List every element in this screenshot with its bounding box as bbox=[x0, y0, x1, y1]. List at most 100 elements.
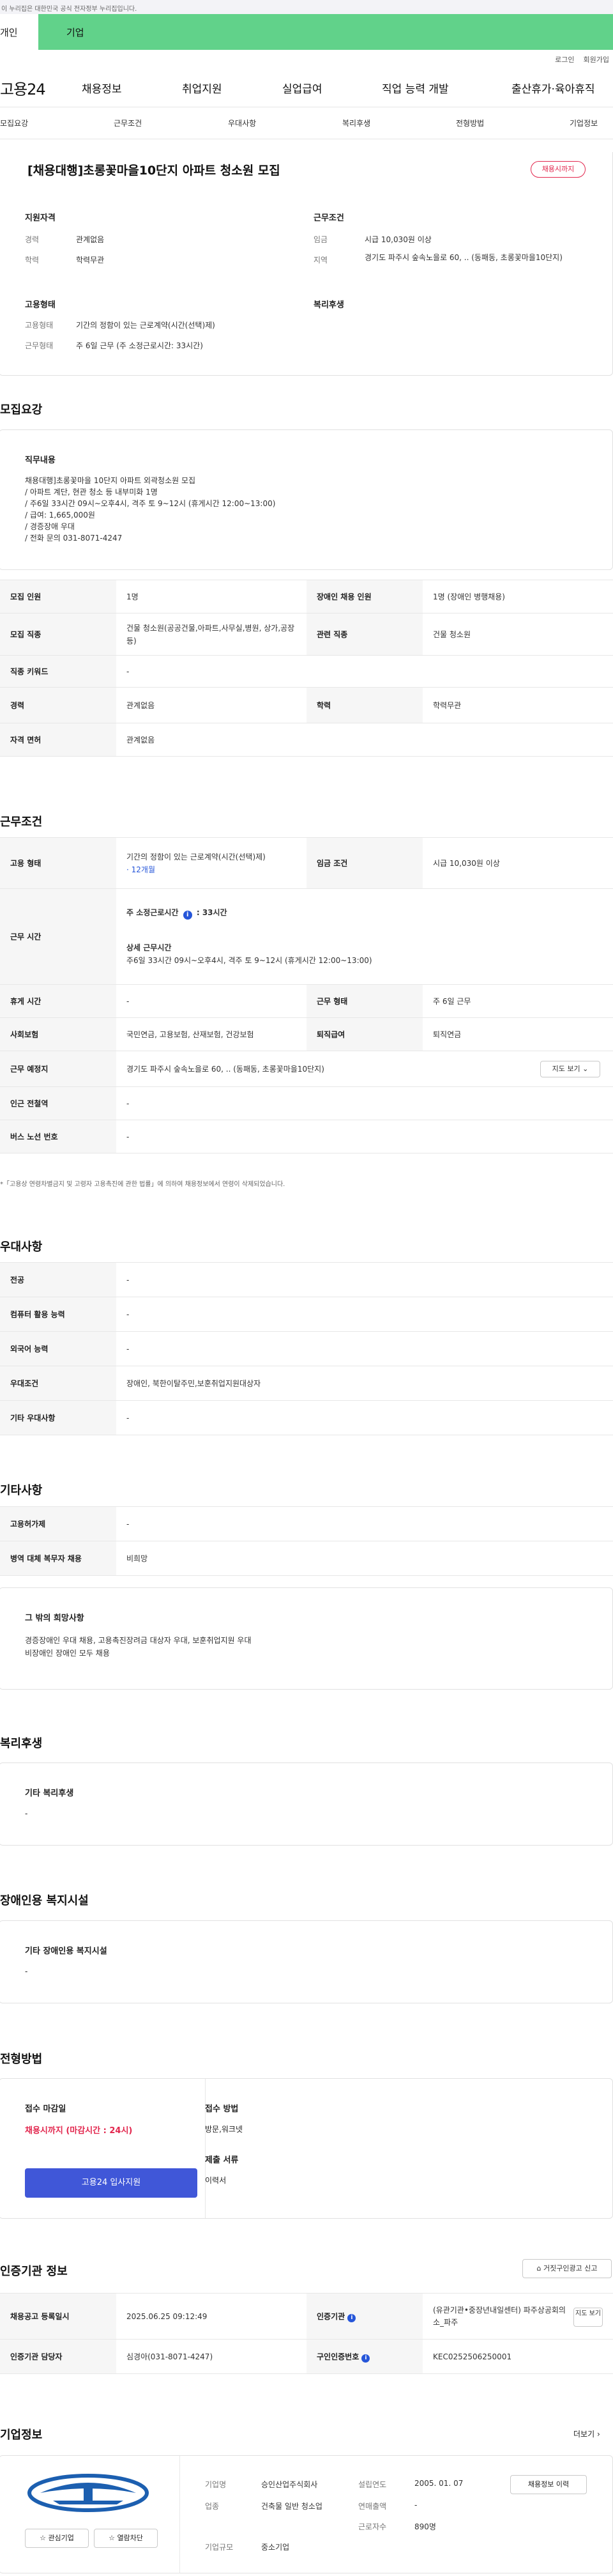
summary-card: [채용대행]초롱꽃마을10단지 아파트 청소원 모집 채용시까지 지원자격 근무… bbox=[0, 152, 613, 376]
emptype-value: 기간의 정함이 있는 근로계약(시간(선택)제) bbox=[76, 321, 215, 330]
qual-heading: 지원자격 bbox=[25, 213, 56, 223]
welfare-box-heading: 기타 복리후생 bbox=[25, 1789, 74, 1798]
count-label: 모집 인원 bbox=[0, 580, 116, 613]
c-wage-label: 임금 조건 bbox=[306, 837, 423, 889]
subnav-preference[interactable]: 우대사항 bbox=[228, 118, 256, 128]
agency-cell: (유관기관•중장년내일센터) 파주상공회의소_파주 지도 보기 bbox=[423, 2293, 613, 2340]
preference-table: 전공 - 컴퓨터 활용 능력 - 외국어 능력 - 우대조건 장애인, 북한이탈주민,보… bbox=[0, 1262, 613, 1435]
worktime-label: 근무형태 bbox=[25, 341, 54, 350]
wage-label: 임금 bbox=[314, 235, 328, 244]
p-major-value: - bbox=[116, 1262, 613, 1297]
reg-label: 채용공고 등록일시 bbox=[0, 2293, 116, 2340]
c-emptype-period: · 12개월 bbox=[126, 865, 155, 874]
reg-value: 2025.06.25 09:12:49 bbox=[116, 2293, 306, 2340]
divider bbox=[179, 2456, 180, 2573]
method-heading: 접수 방법 bbox=[205, 2104, 239, 2114]
map-button[interactable]: 지도 보기 ⌄ bbox=[540, 1061, 600, 1077]
gnb-parental-leave[interactable]: 출산휴가·육아휴직 bbox=[511, 80, 595, 96]
info-icon[interactable]: i bbox=[347, 2313, 356, 2322]
c-subway-label: 인근 전철역 bbox=[0, 1086, 116, 1120]
star-icon: ☆ bbox=[40, 2534, 46, 2542]
jobtype-value: 건물 청소원(공공건물,아파트,사무실,병원, 상가,공장 등) bbox=[116, 613, 306, 656]
subnav-conditions[interactable]: 근무조건 bbox=[114, 118, 142, 128]
p-cond-value: 장애인, 북한이탈주민,보훈취업지원대상자 bbox=[116, 1366, 613, 1401]
deadline-value: 채용시까지 (마감시간 : 24시) bbox=[25, 2126, 133, 2136]
conditions-table: 고용 형태 기간의 정함이 있는 근로계약(시간(선택)제) · 12개월 임금… bbox=[0, 837, 613, 1153]
jobno-label-cell: 구인인증번호 i bbox=[306, 2339, 423, 2374]
job-desc-line: / 아파트 계단, 현관 청소 등 내부미화 1명 bbox=[25, 488, 158, 497]
tab-personal[interactable]: 개인 bbox=[0, 14, 38, 50]
c-detail-value: 주6일 33시간 09시~오후4시, 격주 토 9~12시 (휴게시간 12:0… bbox=[126, 956, 372, 965]
c-place-value: 경기도 파주시 숲속노을로 60, .. (동패동, 초롱꽃마을10단지) bbox=[126, 1065, 324, 1074]
etc-table: 고용허가제 - 병역 대체 복무자 채용 비희망 bbox=[0, 1506, 613, 1576]
p-lang-value: - bbox=[116, 1331, 613, 1366]
career-label-row: 경력 bbox=[0, 687, 116, 723]
p-etc-label: 기타 우대사항 bbox=[0, 1400, 116, 1435]
section-tabs: 모집요강 근무조건 우대사항 복리후생 전형방법 기업정보 bbox=[0, 107, 613, 139]
megaphone-icon: ⌂ bbox=[536, 2264, 541, 2272]
p-lang-label: 외국어 능력 bbox=[0, 1331, 116, 1366]
company-card: ☆ 관심기업 ☆ 열람차단 기업명 승인산업주식회사 업종 건축물 일반 청소업… bbox=[0, 2455, 613, 2573]
site-logo[interactable]: 고용24 bbox=[0, 77, 46, 99]
c-insurance-label: 사회보험 bbox=[0, 1017, 116, 1051]
info-icon[interactable]: i bbox=[183, 911, 192, 920]
util-links: 로그인 회원가입 bbox=[0, 50, 613, 69]
selection-title: 전형방법 bbox=[0, 2053, 43, 2066]
agency-value: (유관기관•중장년내일센터) 파주상공회의소_파주 bbox=[433, 2305, 566, 2327]
login-link[interactable]: 로그인 bbox=[555, 54, 574, 65]
c-worktime-cell: 주 소정근로시간 i : 33시간 상세 근무시간 주6일 33시간 09시~오… bbox=[116, 888, 613, 985]
company-logo bbox=[27, 2474, 149, 2512]
gov-notice: 이 누리집은 대한민국 공식 전자정부 누리집입니다. bbox=[0, 0, 613, 14]
co-industry-label: 업종 bbox=[205, 2502, 220, 2511]
co-sales-label: 연매출액 bbox=[358, 2502, 387, 2511]
p-cond-label: 우대조건 bbox=[0, 1366, 116, 1401]
gnb-employment-support[interactable]: 취업지원 bbox=[182, 80, 222, 96]
selection-box: 접수 마감일 채용시까지 (마감시간 : 24시) 고용24 입사지원 접수 방… bbox=[0, 2078, 613, 2219]
welfare-title: 복리후생 bbox=[0, 1737, 43, 1750]
favorite-company-button[interactable]: ☆ 관심기업 bbox=[25, 2529, 89, 2548]
gnb-vocational-training[interactable]: 직업 능력 개발 bbox=[382, 80, 449, 96]
facility-box-heading: 기타 장애인용 복지시설 bbox=[25, 1947, 107, 1956]
co-founded-value: 2005. 01. 07 bbox=[414, 2479, 464, 2488]
age-note: *「고용상 연령차별금지 및 고령자 고용촉진에 관한 법률」에 의하여 채용정… bbox=[0, 1181, 285, 1188]
job-desc-line: / 전화 문의 031-8071-4247 bbox=[25, 534, 123, 543]
license-label: 자격 면허 bbox=[0, 723, 116, 757]
edu-label: 학력 bbox=[25, 256, 40, 265]
tab-company[interactable]: 기업 bbox=[38, 14, 613, 50]
subnav-recruit[interactable]: 모집요강 bbox=[0, 118, 28, 128]
e-hire-label: 고용허가제 bbox=[0, 1506, 116, 1541]
block-button[interactable]: ☆ 열람차단 bbox=[94, 2529, 158, 2548]
info-icon[interactable]: i bbox=[361, 2354, 370, 2363]
docs-value: 이력서 bbox=[205, 2176, 227, 2185]
gnb-unemployment-benefit[interactable]: 실업급여 bbox=[282, 80, 322, 96]
c-emptype-label: 고용 형태 bbox=[0, 837, 116, 889]
c-bus-value: - bbox=[116, 1120, 613, 1153]
agency-map-button[interactable]: 지도 보기 bbox=[573, 2308, 603, 2327]
count-value: 1명 bbox=[116, 580, 306, 613]
jobs-history-button[interactable]: 채용정보 이력 bbox=[510, 2475, 587, 2494]
other-wish-text: 경증장애인 우대 채용, 고용촉진장려금 대상자 우대, 보훈취업지원 우대 비… bbox=[25, 1634, 252, 1660]
gnb-jobs[interactable]: 채용정보 bbox=[82, 80, 122, 96]
wage-value: 시급 10,030원 이상 bbox=[365, 235, 432, 244]
subnav-selection[interactable]: 전형방법 bbox=[456, 118, 484, 128]
worktime-value: 주 6일 근무 (주 소정근로시간: 33시간) bbox=[76, 341, 203, 350]
c-bus-label: 버스 노선 번호 bbox=[0, 1120, 116, 1153]
apply-button[interactable]: 고용24 입사지원 bbox=[25, 2168, 197, 2198]
company-more-link[interactable]: 더보기 › bbox=[573, 2428, 600, 2439]
job-desc-line: / 경증장애 우대 bbox=[25, 522, 75, 531]
agency-label: 인증기관 bbox=[317, 2311, 345, 2321]
co-staff-value: 890명 bbox=[414, 2522, 436, 2531]
method-value: 방문,워크넷 bbox=[205, 2125, 243, 2134]
job-desc-line: / 주6일 33시간 09시~오후4시, 격주 토 9~12시 (휴게시간 12… bbox=[25, 499, 276, 508]
c-emptype-value: 기간의 정함이 있는 근로계약(시간(선택)제) bbox=[126, 852, 266, 861]
signup-link[interactable]: 회원가입 bbox=[584, 54, 609, 65]
job-desc-text: 채용대행]초롱꽃마을 10단지 아파트 외곽청소원 모집 / 아파트 계단, 현… bbox=[25, 475, 275, 544]
co-size-value: 중소기업 bbox=[261, 2543, 290, 2552]
subnav-company[interactable]: 기업정보 bbox=[570, 118, 598, 128]
star-icon: ☆ bbox=[109, 2534, 115, 2542]
subnav-welfare[interactable]: 복리후생 bbox=[342, 118, 370, 128]
divider bbox=[205, 2079, 206, 2218]
job-desc-heading: 직무내용 bbox=[25, 456, 56, 465]
career-value: 관계없음 bbox=[76, 235, 105, 244]
report-button[interactable]: ⌂ 거짓구인광고 신고 bbox=[522, 2259, 612, 2278]
